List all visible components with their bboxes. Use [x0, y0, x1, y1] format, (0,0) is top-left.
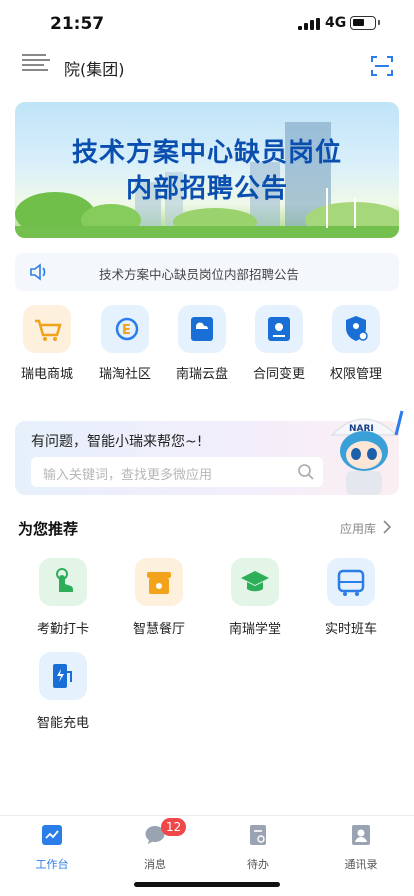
app-nari-cloud-disk[interactable]: 南瑞云盘	[167, 305, 237, 382]
app-ruidian-mall[interactable]: 瑞电商城	[12, 305, 82, 382]
app-label: 南瑞云盘	[175, 367, 228, 382]
recommend-title: 为您推荐	[18, 520, 79, 538]
tab-label: 待办	[247, 858, 269, 871]
app-permission-management[interactable]: 权限管理	[321, 305, 391, 382]
ai-assistant-title: 有问题，智能小瑞来帮您~!	[31, 434, 203, 450]
tab-workbench[interactable]: 工作台	[12, 824, 92, 872]
tab-label: 通讯录	[344, 858, 378, 871]
graduation-icon	[231, 558, 279, 606]
app-shortcut-row: 瑞电商城 E 瑞淘社区 南瑞云盘 合同变更 权限管理	[0, 305, 414, 385]
rec-live-shuttle[interactable]: 实时班车	[311, 558, 391, 637]
network-type: 4G	[325, 15, 347, 31]
app-library-link[interactable]: 应用库	[340, 520, 376, 537]
search-icon[interactable]	[297, 463, 315, 481]
contacts-icon	[352, 825, 370, 845]
speaker-icon	[30, 263, 46, 281]
chevron-right-icon[interactable]	[382, 520, 392, 534]
app-contract-change[interactable]: 合同变更	[244, 305, 314, 382]
tab-todo[interactable]: 待办	[218, 824, 298, 872]
status-bar: 21:57 4G	[0, 0, 414, 48]
battery-icon	[350, 16, 376, 30]
todo-icon	[250, 825, 266, 845]
org-logo[interactable]	[22, 54, 50, 78]
home-indicator[interactable]	[134, 882, 280, 887]
banner-title-line2: 内部招聘公告	[125, 174, 288, 204]
rec-label: 智慧餐厅	[132, 622, 185, 637]
bus-icon	[327, 558, 375, 606]
banner-title-line1: 技术方案中心缺员岗位	[71, 138, 342, 168]
mascot-avatar[interactable]: NARI	[322, 405, 406, 497]
org-name[interactable]: 院(集团)	[64, 56, 125, 80]
charging-icon	[39, 652, 87, 700]
workbench-icon	[42, 825, 62, 845]
notice-bar[interactable]: 技术方案中心缺员岗位内部招聘公告	[15, 253, 399, 291]
tab-label: 工作台	[35, 858, 69, 871]
tab-label: 消息	[144, 858, 166, 871]
battery-cap	[378, 20, 380, 25]
header: 院(集团)	[0, 50, 414, 86]
cloud-disk-icon	[178, 305, 226, 353]
contract-icon	[255, 305, 303, 353]
cart-icon	[23, 305, 71, 353]
status-time: 21:57	[50, 14, 105, 34]
scan-icon[interactable]	[370, 54, 394, 78]
svg-text:E: E	[122, 323, 131, 338]
app-search-input[interactable]: 输入关键词，查找更多微应用	[31, 457, 323, 487]
app-label: 权限管理	[329, 367, 382, 382]
app-label: 瑞淘社区	[98, 367, 151, 382]
signal-icon	[298, 18, 320, 30]
message-count-badge: 12	[161, 818, 187, 836]
tab-contacts[interactable]: 通讯录	[321, 824, 401, 872]
app-label: 合同变更	[252, 367, 305, 382]
app-ruitao-community[interactable]: E 瑞淘社区	[90, 305, 160, 382]
tap-icon	[39, 558, 87, 606]
community-icon: E	[101, 305, 149, 353]
rec-label: 南瑞学堂	[228, 622, 281, 637]
recruitment-banner[interactable]: 技术方案中心缺员岗位 内部招聘公告	[15, 102, 399, 238]
rec-attendance[interactable]: 考勤打卡	[23, 558, 103, 637]
canteen-icon	[135, 558, 183, 606]
search-placeholder: 输入关键词，查找更多微应用	[43, 468, 213, 483]
rec-label: 实时班车	[324, 622, 377, 637]
rec-nari-academy[interactable]: 南瑞学堂	[215, 558, 295, 637]
rec-smart-charging[interactable]: 智能充电	[23, 652, 103, 731]
rec-label: 智能充电	[36, 716, 89, 731]
app-label: 瑞电商城	[20, 367, 73, 382]
rec-label: 考勤打卡	[36, 622, 89, 637]
notice-text: 技术方案中心缺员岗位内部招聘公告	[99, 267, 300, 282]
permission-icon	[332, 305, 380, 353]
rec-smart-canteen[interactable]: 智慧餐厅	[119, 558, 199, 637]
